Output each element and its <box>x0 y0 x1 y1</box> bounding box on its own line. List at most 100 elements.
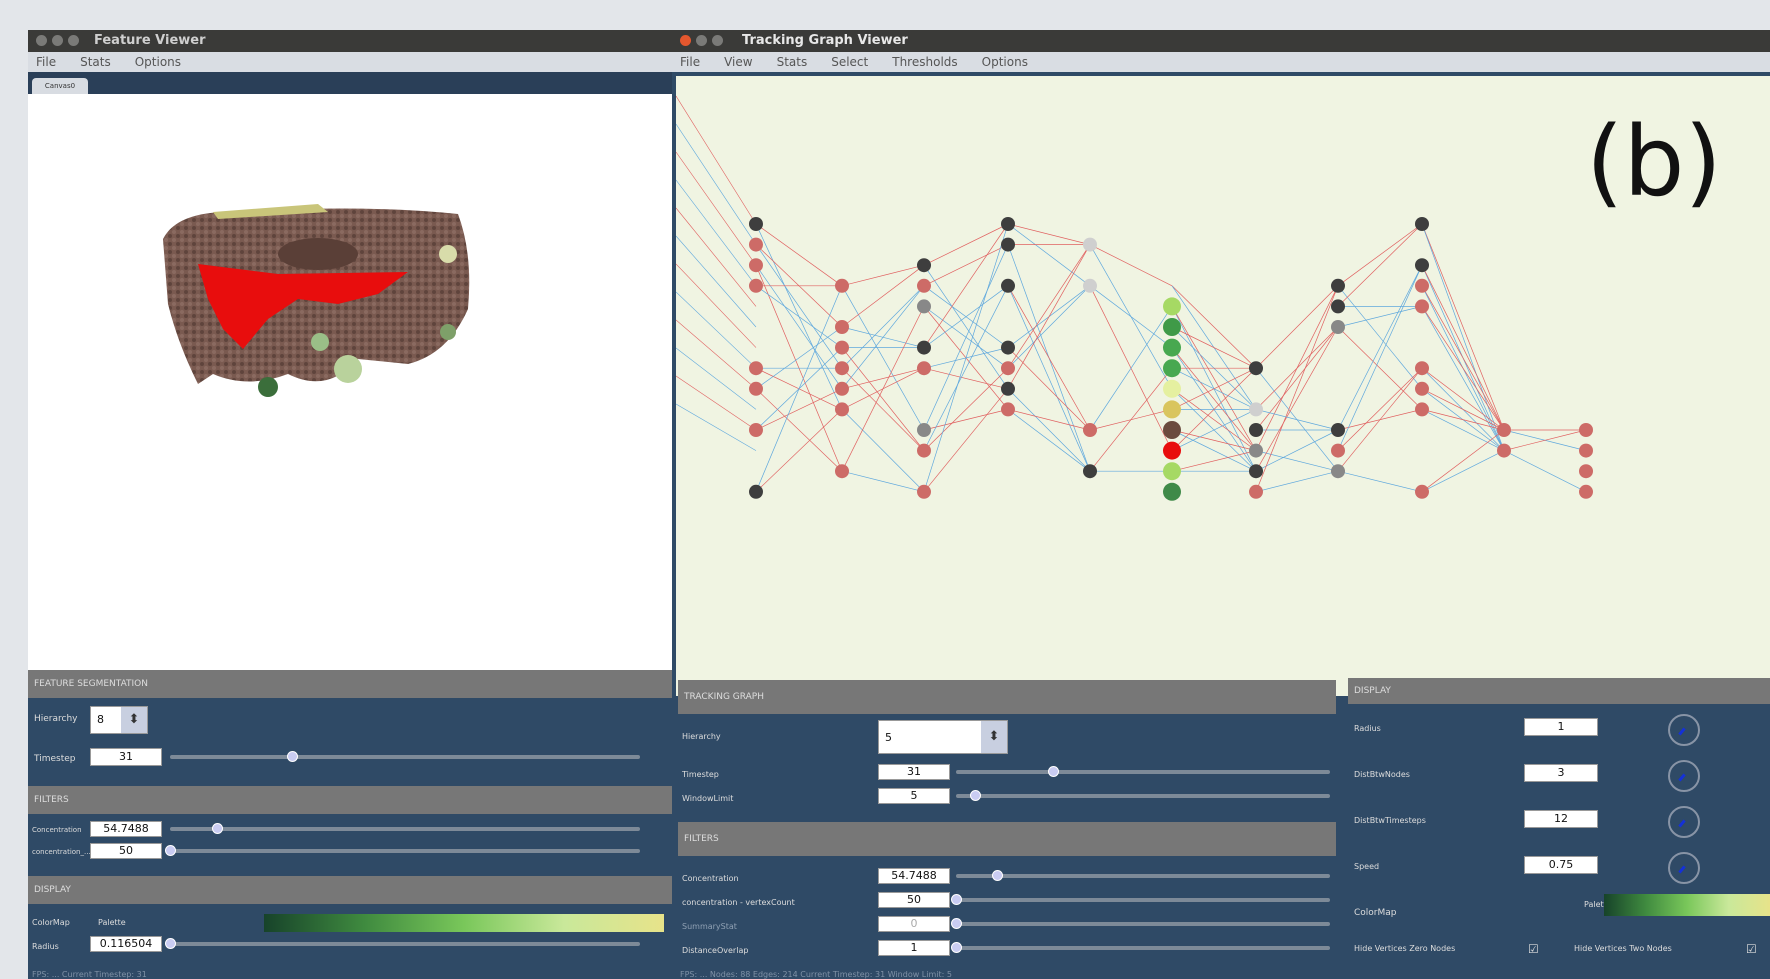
graph-edge <box>1255 326 1339 472</box>
dist-btw-timesteps-dial[interactable] <box>1668 806 1700 838</box>
graph-timestep-field[interactable]: 31 <box>878 764 950 780</box>
timestep-slider-track[interactable] <box>170 755 640 759</box>
radius-field[interactable]: 1 <box>1524 718 1598 736</box>
close-window-icon[interactable] <box>680 35 691 46</box>
radius-dial[interactable] <box>1668 714 1700 746</box>
graph-node <box>1415 402 1429 417</box>
graph-edge <box>676 179 757 286</box>
graph-concentration-slider-handle[interactable] <box>992 870 1004 881</box>
graph-vertex-count-field[interactable]: 50 <box>878 892 950 908</box>
maximize-window-icon[interactable] <box>68 35 79 46</box>
graph-edge <box>755 388 843 472</box>
spin-arrows-icon[interactable]: ⬍ <box>121 707 147 733</box>
menu-options[interactable]: Options <box>135 52 181 72</box>
tab-strip: Canvas0 <box>28 72 672 94</box>
dist-btw-timesteps-field[interactable]: 12 <box>1524 810 1598 828</box>
feature-hole <box>278 238 358 270</box>
window-limit-field[interactable]: 5 <box>878 788 950 804</box>
hide-zero-nodes-checkbox[interactable]: ☑ <box>1528 942 1539 956</box>
menu-select[interactable]: Select <box>831 52 868 72</box>
current-timestep-node <box>1163 421 1181 439</box>
tab-canvas0[interactable]: Canvas0 <box>32 78 88 94</box>
graph-colormap-gradient[interactable] <box>1604 894 1770 916</box>
timestep-field[interactable]: 31 <box>90 748 162 766</box>
window-limit-slider-handle[interactable] <box>969 790 981 801</box>
graph-vertex-count-slider-handle[interactable] <box>951 894 962 905</box>
3d-render-canvas[interactable] <box>28 94 672 696</box>
graph-concentration-field[interactable]: 54.7488 <box>878 868 950 884</box>
graph-display-header: DISPLAY <box>1348 678 1770 704</box>
graph-edge <box>1007 409 1091 431</box>
speed-dial[interactable] <box>1668 852 1700 884</box>
summary-stat-field[interactable]: 0 <box>878 916 950 932</box>
graph-edge <box>923 223 1009 266</box>
graph-timestep-slider-track[interactable] <box>956 770 1330 774</box>
menu-file[interactable]: File <box>36 52 56 72</box>
menu-stats[interactable]: Stats <box>80 52 111 72</box>
graph-node <box>749 484 763 499</box>
distance-overlap-slider-track[interactable] <box>956 946 1330 950</box>
graph-node <box>1331 443 1345 458</box>
graph-node <box>1083 278 1097 293</box>
menu-stats[interactable]: Stats <box>777 52 808 72</box>
graph-node <box>835 464 849 479</box>
colormap-value[interactable]: Palette <box>98 918 126 927</box>
segmentation-header: FEATURE SEGMENTATION <box>28 670 672 698</box>
graph-edge <box>1007 244 1091 389</box>
dist-btw-nodes-field[interactable]: 3 <box>1524 764 1598 782</box>
graph-edge <box>1007 285 1091 472</box>
graph-edge <box>1337 285 1423 390</box>
concentration-count-label: concentration_... <box>32 848 91 856</box>
graph-hierarchy-spinbox[interactable]: 5 ⬍ <box>878 720 1008 754</box>
distance-overlap-slider-handle[interactable] <box>951 942 962 953</box>
dist-btw-nodes-dial[interactable] <box>1668 760 1700 792</box>
graph-edge <box>1171 450 1257 472</box>
graph-edge <box>841 264 925 328</box>
spin-arrows-icon[interactable]: ⬍ <box>981 721 1007 753</box>
current-timestep-node <box>1163 379 1181 398</box>
concentration-slider-handle[interactable] <box>212 823 223 834</box>
summary-stat-slider-handle[interactable] <box>951 918 962 929</box>
graph-concentration-slider-track[interactable] <box>956 874 1330 878</box>
graph-edge <box>1337 265 1423 451</box>
graph-node <box>1415 217 1429 231</box>
hide-two-nodes-label: Hide Vertices Two Nodes <box>1574 944 1672 953</box>
concentration-slider-track[interactable] <box>170 827 640 831</box>
minimize-window-icon[interactable] <box>52 35 63 46</box>
graph-node <box>1249 361 1263 376</box>
close-window-icon[interactable] <box>36 35 47 46</box>
concentration-field[interactable]: 54.7488 <box>90 821 162 837</box>
window-limit-slider-track[interactable] <box>956 794 1330 798</box>
graph-node <box>1579 464 1593 479</box>
distance-overlap-field[interactable]: 1 <box>878 940 950 956</box>
graph-edge <box>841 285 925 390</box>
graph-vertex-count-slider-track[interactable] <box>956 898 1330 902</box>
tracking-graph-canvas[interactable]: (b) <box>676 76 1770 696</box>
menu-file[interactable]: File <box>680 52 700 72</box>
graph-node <box>1001 361 1015 376</box>
hierarchy-spinbox[interactable]: 8 ⬍ <box>90 706 148 734</box>
summary-stat-slider-track[interactable] <box>956 922 1330 926</box>
radius-slider-handle[interactable] <box>165 938 176 949</box>
graph-timestep-slider-handle[interactable] <box>1048 766 1060 777</box>
hide-two-nodes-checkbox[interactable]: ☑ <box>1746 942 1757 956</box>
graph-edge <box>755 409 843 493</box>
concentration-count-slider-track[interactable] <box>170 849 640 853</box>
graph-edge <box>923 285 1009 451</box>
menu-thresholds[interactable]: Thresholds <box>892 52 957 72</box>
colormap-gradient[interactable] <box>264 914 664 932</box>
concentration-count-slider-handle[interactable] <box>165 845 176 856</box>
graph-edge <box>1337 306 1423 328</box>
graph-concentration-label: Concentration <box>682 874 739 883</box>
menu-options[interactable]: Options <box>982 52 1028 72</box>
feature-green-blob <box>440 324 456 340</box>
graph-edge <box>1337 470 1423 493</box>
radius-slider-track[interactable] <box>170 942 640 946</box>
speed-field[interactable]: 0.75 <box>1524 856 1598 874</box>
minimize-window-icon[interactable] <box>696 35 707 46</box>
radius-field[interactable]: 0.116504 <box>90 936 162 952</box>
maximize-window-icon[interactable] <box>712 35 723 46</box>
menu-view[interactable]: View <box>724 52 752 72</box>
concentration-count-field[interactable]: 50 <box>90 843 162 859</box>
timestep-slider-handle[interactable] <box>287 751 299 762</box>
